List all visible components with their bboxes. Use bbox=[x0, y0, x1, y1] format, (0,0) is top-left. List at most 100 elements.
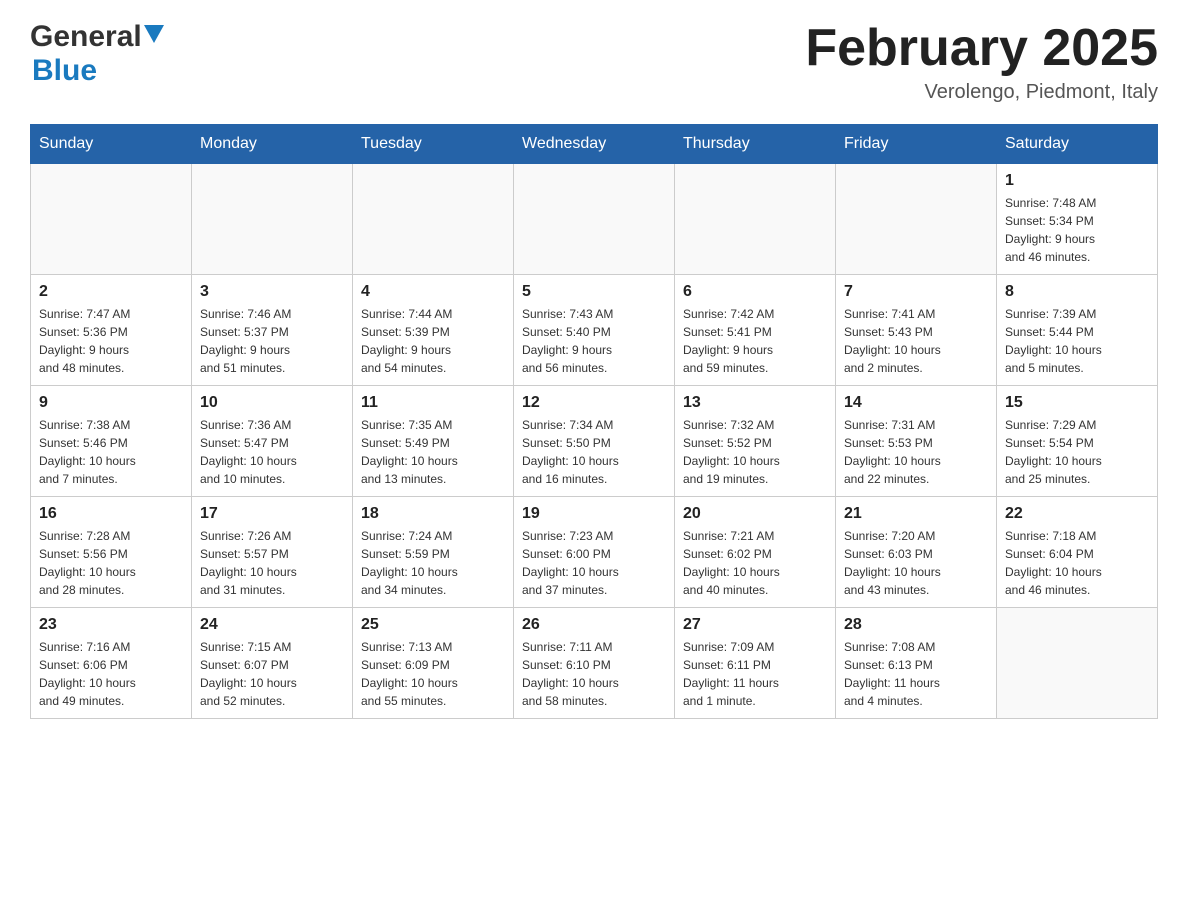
calendar-header-row: SundayMondayTuesdayWednesdayThursdayFrid… bbox=[31, 125, 1158, 164]
day-info: Sunrise: 7:23 AMSunset: 6:00 PMDaylight:… bbox=[522, 527, 666, 599]
calendar-cell: 12 Sunrise: 7:34 AMSunset: 5:50 PMDayligh… bbox=[514, 386, 675, 497]
day-info: Sunrise: 7:29 AMSunset: 5:54 PMDaylight:… bbox=[1005, 416, 1149, 488]
day-info: Sunrise: 7:43 AMSunset: 5:40 PMDaylight:… bbox=[522, 305, 666, 377]
calendar-cell: 23 Sunrise: 7:16 AMSunset: 6:06 PMDayligh… bbox=[31, 608, 192, 719]
calendar-cell: 11Sunrise: 7:35 AMSunset: 5:49 PMDayligh… bbox=[353, 386, 514, 497]
day-info: Sunrise: 7:28 AMSunset: 5:56 PMDaylight:… bbox=[39, 527, 183, 599]
calendar-cell: 16 Sunrise: 7:28 AMSunset: 5:56 PMDayligh… bbox=[31, 497, 192, 608]
day-info: Sunrise: 7:16 AMSunset: 6:06 PMDaylight:… bbox=[39, 638, 183, 710]
day-info: Sunrise: 7:46 AMSunset: 5:37 PMDaylight:… bbox=[200, 305, 344, 377]
calendar-cell bbox=[192, 164, 353, 275]
calendar-week-3: 9Sunrise: 7:38 AMSunset: 5:46 PMDaylight… bbox=[31, 386, 1158, 497]
day-info: Sunrise: 7:41 AMSunset: 5:43 PMDaylight:… bbox=[844, 305, 988, 377]
day-info: Sunrise: 7:42 AMSunset: 5:41 PMDaylight:… bbox=[683, 305, 827, 377]
day-info: Sunrise: 7:26 AMSunset: 5:57 PMDaylight:… bbox=[200, 527, 344, 599]
calendar-header-tuesday: Tuesday bbox=[353, 125, 514, 164]
calendar-header-friday: Friday bbox=[836, 125, 997, 164]
calendar-cell bbox=[353, 164, 514, 275]
calendar-cell bbox=[836, 164, 997, 275]
title-area: February 2025 Verolengo, Piedmont, Italy bbox=[805, 20, 1158, 104]
day-number: 23 bbox=[39, 616, 183, 634]
calendar-cell: 20Sunrise: 7:21 AMSunset: 6:02 PMDayligh… bbox=[675, 497, 836, 608]
day-number: 10 bbox=[200, 394, 344, 412]
day-number: 4 bbox=[361, 283, 505, 301]
calendar-cell: 4 Sunrise: 7:44 AMSunset: 5:39 PMDaylight… bbox=[353, 275, 514, 386]
calendar-cell: 9Sunrise: 7:38 AMSunset: 5:46 PMDaylight… bbox=[31, 386, 192, 497]
calendar-cell: 6 Sunrise: 7:42 AMSunset: 5:41 PMDaylight… bbox=[675, 275, 836, 386]
day-number: 24 bbox=[200, 616, 344, 634]
day-number: 22 bbox=[1005, 505, 1149, 523]
day-number: 13 bbox=[683, 394, 827, 412]
day-number: 16 bbox=[39, 505, 183, 523]
calendar-cell: 15 Sunrise: 7:29 AMSunset: 5:54 PMDayligh… bbox=[997, 386, 1158, 497]
logo-area: General Blue bbox=[30, 20, 164, 88]
calendar-cell: 7 Sunrise: 7:41 AMSunset: 5:43 PMDaylight… bbox=[836, 275, 997, 386]
day-info: Sunrise: 7:11 AMSunset: 6:10 PMDaylight:… bbox=[522, 638, 666, 710]
day-info: Sunrise: 7:20 AMSunset: 6:03 PMDaylight:… bbox=[844, 527, 988, 599]
day-number: 15 bbox=[1005, 394, 1149, 412]
day-info: Sunrise: 7:24 AMSunset: 5:59 PMDaylight:… bbox=[361, 527, 505, 599]
calendar-cell: 22 Sunrise: 7:18 AMSunset: 6:04 PMDayligh… bbox=[997, 497, 1158, 608]
calendar-cell: 18 Sunrise: 7:24 AMSunset: 5:59 PMDayligh… bbox=[353, 497, 514, 608]
calendar-cell bbox=[675, 164, 836, 275]
calendar-cell: 10 Sunrise: 7:36 AMSunset: 5:47 PMDayligh… bbox=[192, 386, 353, 497]
calendar-cell bbox=[31, 164, 192, 275]
calendar-cell: 14Sunrise: 7:31 AMSunset: 5:53 PMDayligh… bbox=[836, 386, 997, 497]
day-info: Sunrise: 7:34 AMSunset: 5:50 PMDaylight:… bbox=[522, 416, 666, 488]
calendar-cell: 13 Sunrise: 7:32 AMSunset: 5:52 PMDayligh… bbox=[675, 386, 836, 497]
calendar-week-1: 1 Sunrise: 7:48 AMSunset: 5:34 PMDaylight… bbox=[31, 164, 1158, 275]
calendar-header-saturday: Saturday bbox=[997, 125, 1158, 164]
day-number: 5 bbox=[522, 283, 666, 301]
day-number: 1 bbox=[1005, 172, 1149, 190]
day-number: 28 bbox=[844, 616, 988, 634]
day-info: Sunrise: 7:47 AMSunset: 5:36 PMDaylight:… bbox=[39, 305, 183, 377]
calendar-cell: 28Sunrise: 7:08 AMSunset: 6:13 PMDayligh… bbox=[836, 608, 997, 719]
day-number: 14 bbox=[844, 394, 988, 412]
day-info: Sunrise: 7:38 AMSunset: 5:46 PMDaylight:… bbox=[39, 416, 183, 488]
calendar-header-thursday: Thursday bbox=[675, 125, 836, 164]
day-info: Sunrise: 7:09 AMSunset: 6:11 PMDaylight:… bbox=[683, 638, 827, 710]
day-number: 18 bbox=[361, 505, 505, 523]
calendar-cell: 17 Sunrise: 7:26 AMSunset: 5:57 PMDayligh… bbox=[192, 497, 353, 608]
calendar-cell: 8 Sunrise: 7:39 AMSunset: 5:44 PMDaylight… bbox=[997, 275, 1158, 386]
calendar-header-sunday: Sunday bbox=[31, 125, 192, 164]
day-number: 27 bbox=[683, 616, 827, 634]
logo-triangle-icon bbox=[144, 25, 164, 45]
calendar-cell: 27 Sunrise: 7:09 AMSunset: 6:11 PMDayligh… bbox=[675, 608, 836, 719]
day-number: 17 bbox=[200, 505, 344, 523]
page-header: General Blue February 2025 Verolengo, Pi… bbox=[30, 20, 1158, 104]
calendar-cell: 25Sunrise: 7:13 AMSunset: 6:09 PMDayligh… bbox=[353, 608, 514, 719]
calendar-header-wednesday: Wednesday bbox=[514, 125, 675, 164]
calendar-cell: 19 Sunrise: 7:23 AMSunset: 6:00 PMDayligh… bbox=[514, 497, 675, 608]
calendar-table: SundayMondayTuesdayWednesdayThursdayFrid… bbox=[30, 124, 1158, 719]
day-number: 26 bbox=[522, 616, 666, 634]
day-number: 7 bbox=[844, 283, 988, 301]
calendar-cell bbox=[514, 164, 675, 275]
day-info: Sunrise: 7:32 AMSunset: 5:52 PMDaylight:… bbox=[683, 416, 827, 488]
location-text: Verolengo, Piedmont, Italy bbox=[805, 81, 1158, 104]
day-info: Sunrise: 7:48 AMSunset: 5:34 PMDaylight:… bbox=[1005, 194, 1149, 266]
calendar-cell: 24Sunrise: 7:15 AMSunset: 6:07 PMDayligh… bbox=[192, 608, 353, 719]
day-info: Sunrise: 7:18 AMSunset: 6:04 PMDaylight:… bbox=[1005, 527, 1149, 599]
calendar-cell: 2 Sunrise: 7:47 AMSunset: 5:36 PMDaylight… bbox=[31, 275, 192, 386]
day-info: Sunrise: 7:36 AMSunset: 5:47 PMDaylight:… bbox=[200, 416, 344, 488]
calendar-header-monday: Monday bbox=[192, 125, 353, 164]
calendar-week-5: 23 Sunrise: 7:16 AMSunset: 6:06 PMDayligh… bbox=[31, 608, 1158, 719]
calendar-cell: 5 Sunrise: 7:43 AMSunset: 5:40 PMDaylight… bbox=[514, 275, 675, 386]
day-number: 8 bbox=[1005, 283, 1149, 301]
calendar-cell: 1 Sunrise: 7:48 AMSunset: 5:34 PMDaylight… bbox=[997, 164, 1158, 275]
calendar-cell: 21Sunrise: 7:20 AMSunset: 6:03 PMDayligh… bbox=[836, 497, 997, 608]
day-number: 19 bbox=[522, 505, 666, 523]
calendar-cell: 26 Sunrise: 7:11 AMSunset: 6:10 PMDayligh… bbox=[514, 608, 675, 719]
calendar-week-4: 16 Sunrise: 7:28 AMSunset: 5:56 PMDayligh… bbox=[31, 497, 1158, 608]
day-info: Sunrise: 7:35 AMSunset: 5:49 PMDaylight:… bbox=[361, 416, 505, 488]
day-number: 12 bbox=[522, 394, 666, 412]
day-info: Sunrise: 7:39 AMSunset: 5:44 PMDaylight:… bbox=[1005, 305, 1149, 377]
day-number: 6 bbox=[683, 283, 827, 301]
day-number: 2 bbox=[39, 283, 183, 301]
calendar-cell: 3Sunrise: 7:46 AMSunset: 5:37 PMDaylight… bbox=[192, 275, 353, 386]
day-number: 20 bbox=[683, 505, 827, 523]
day-info: Sunrise: 7:44 AMSunset: 5:39 PMDaylight:… bbox=[361, 305, 505, 377]
logo-general-text: General bbox=[30, 20, 142, 54]
calendar-week-2: 2 Sunrise: 7:47 AMSunset: 5:36 PMDaylight… bbox=[31, 275, 1158, 386]
